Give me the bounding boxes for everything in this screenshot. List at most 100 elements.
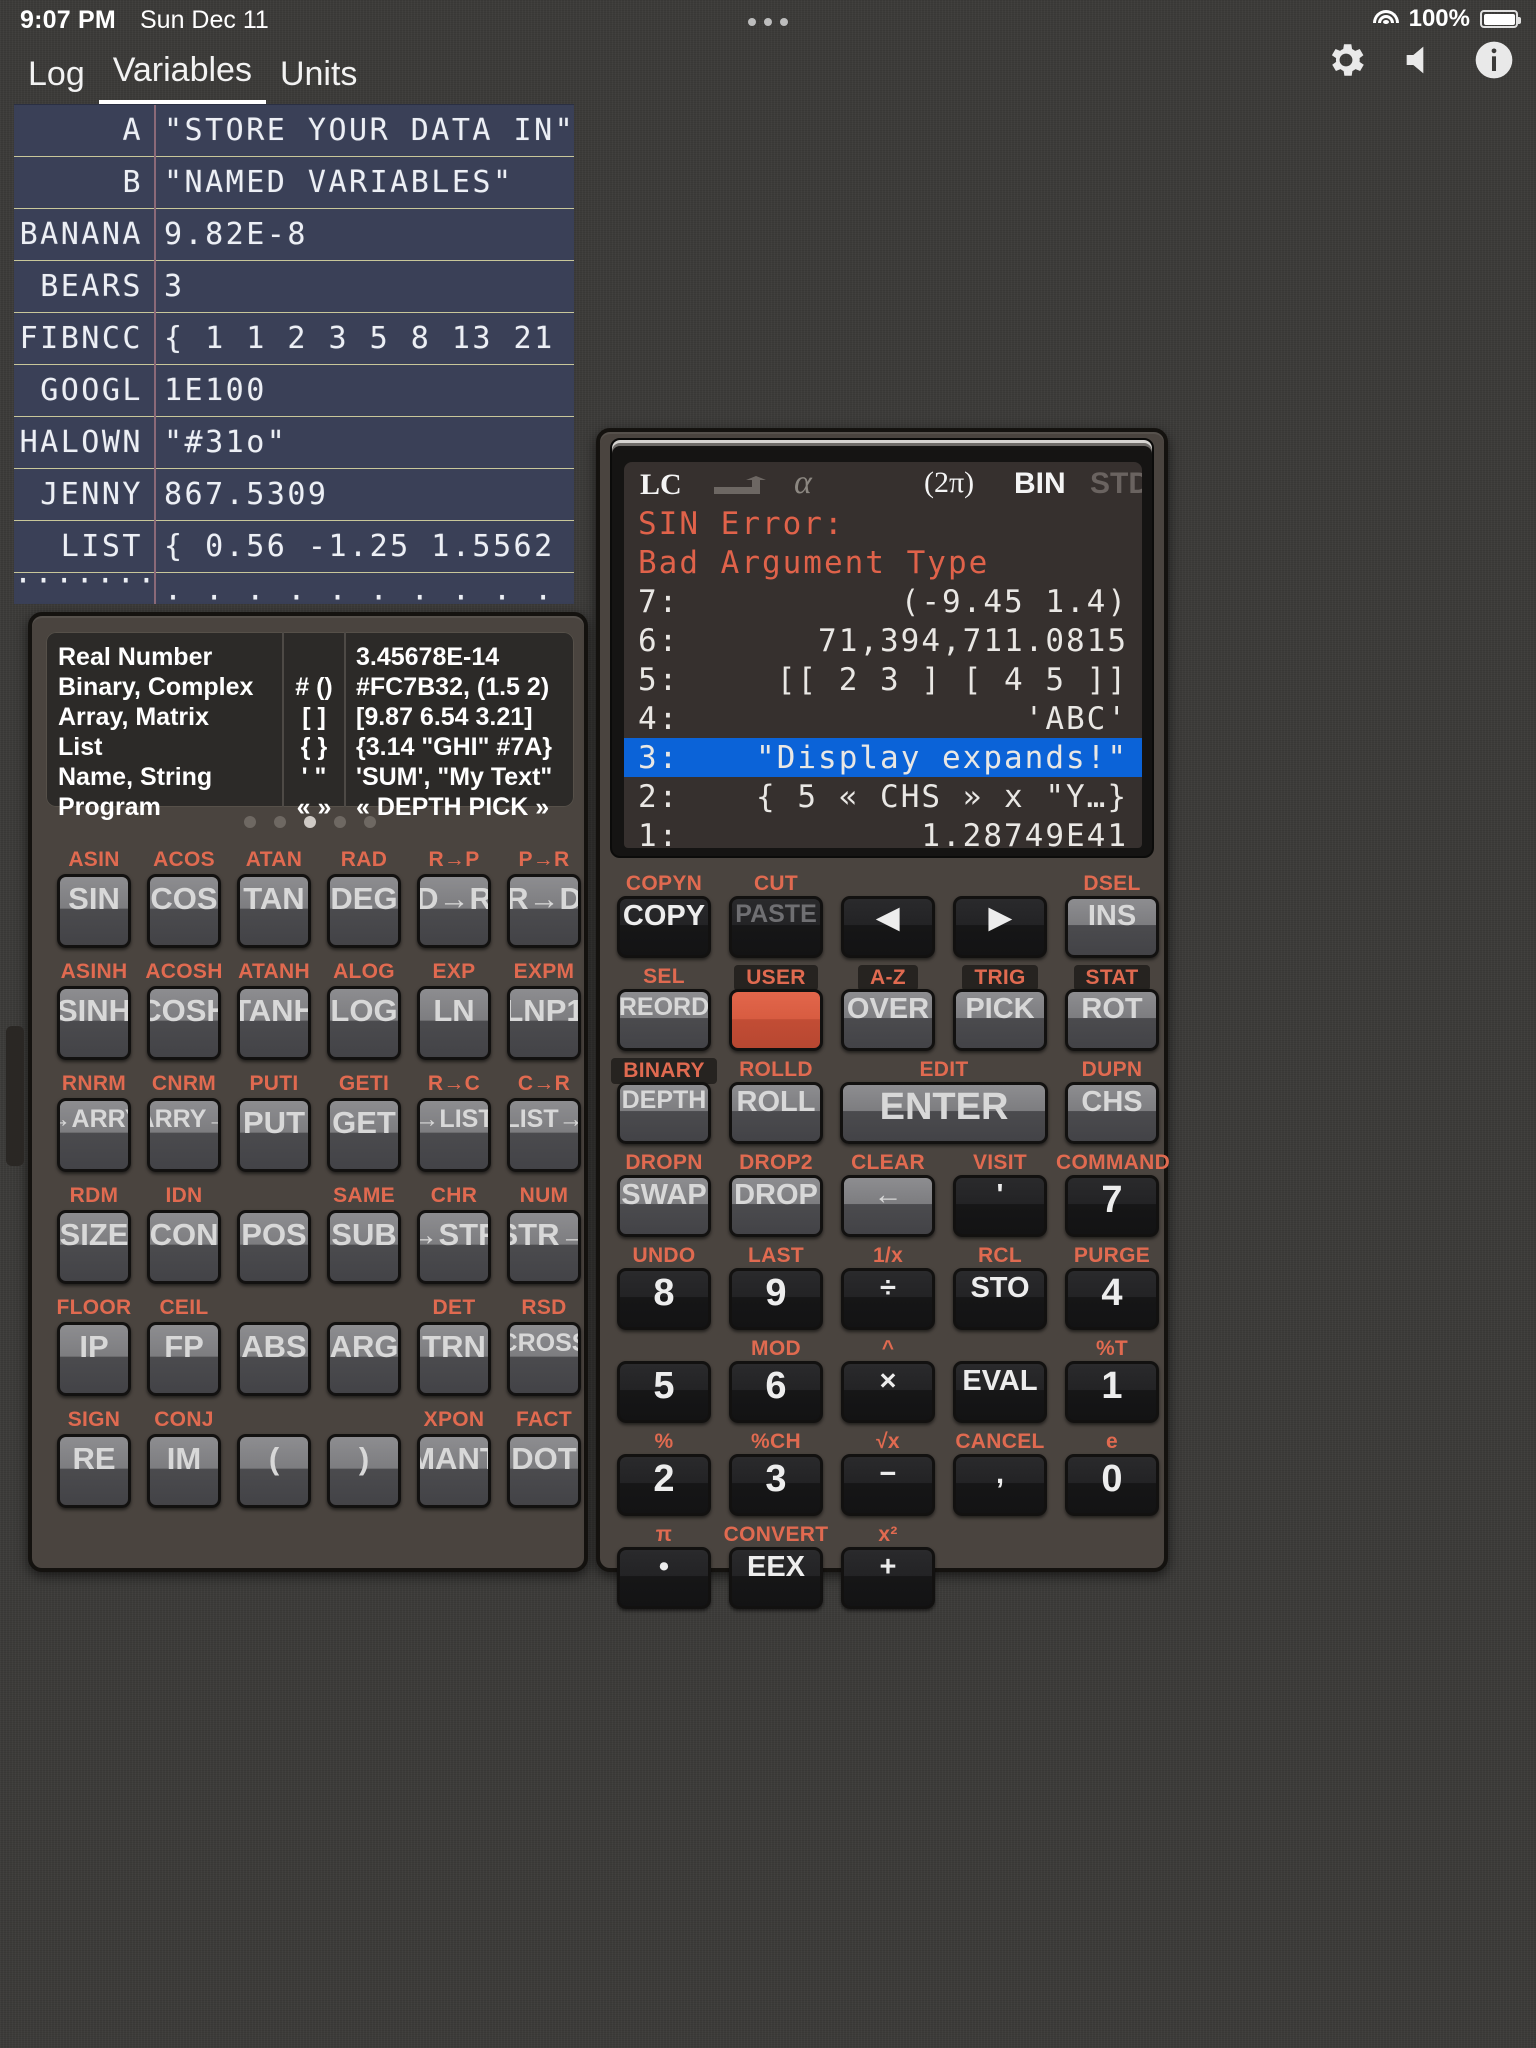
key-copy[interactable]: COPY (617, 896, 711, 958)
key--[interactable]: ◀ (841, 896, 935, 958)
key--[interactable]: ÷ (841, 1268, 935, 1330)
key-paste[interactable]: PASTE (729, 896, 823, 958)
stack-row[interactable]: 5: [[ 2 3 ] [ 4 5 ]] (624, 660, 1142, 699)
key--arry[interactable]: →ARRY (57, 1098, 131, 1172)
variable-row[interactable]: BANANA 9.82E-8 (14, 208, 574, 261)
key-mant[interactable]: MANT (417, 1434, 491, 1508)
variable-row[interactable]: A "STORE YOUR DATA IN" (14, 105, 574, 157)
key-log[interactable]: LOG (327, 986, 401, 1060)
key-r-d[interactable]: R→D (507, 874, 581, 948)
calculator-display[interactable]: LC α (2π) BIN STD SIN Error: Bad Argument… (624, 462, 1142, 848)
page-dot[interactable] (274, 816, 286, 828)
stack-row[interactable]: 2: { 5 « CHS » x "Y…} (624, 777, 1142, 816)
key-rot[interactable]: ROT (1065, 989, 1159, 1051)
key-abs[interactable]: ABS (237, 1322, 311, 1396)
key-d-r[interactable]: D→R (417, 874, 491, 948)
key-sub[interactable]: SUB (327, 1210, 401, 1284)
key-2[interactable]: 2 (617, 1454, 711, 1516)
page-dot[interactable] (334, 816, 346, 828)
key-pos[interactable]: POS (237, 1210, 311, 1284)
key-eval[interactable]: EVAL (953, 1361, 1047, 1423)
key-deg[interactable]: DEG (327, 874, 401, 948)
key--[interactable]: , (953, 1454, 1047, 1516)
multitask-handle[interactable] (748, 18, 788, 26)
stack-row[interactable]: 3: "Display expands!" (624, 738, 1142, 777)
key-arry-[interactable]: ARRY→ (147, 1098, 221, 1172)
key-sinh[interactable]: SINH (57, 986, 131, 1060)
key-cos[interactable]: COS (147, 874, 221, 948)
key-fp[interactable]: FP (147, 1322, 221, 1396)
key-cross[interactable]: CROSS (507, 1322, 581, 1396)
key--[interactable]: ) (327, 1434, 401, 1508)
key-sin[interactable]: SIN (57, 874, 131, 948)
key-ins[interactable]: INS (1065, 896, 1159, 958)
variable-row[interactable]: ······· · · · · · · · · · · · · · · · · · (14, 564, 574, 604)
key--[interactable]: − (841, 1454, 935, 1516)
variable-row[interactable]: GOOGL 1E100 (14, 364, 574, 417)
key-1[interactable]: 1 (1065, 1361, 1159, 1423)
key-list-[interactable]: LIST→ (507, 1098, 581, 1172)
gear-icon[interactable] (1324, 38, 1368, 82)
stack-row[interactable]: 6: 71,394,711.0815 (624, 621, 1142, 660)
stack-row[interactable]: 1: 1.28749E41 (624, 816, 1142, 849)
key-pick[interactable]: PICK (953, 989, 1047, 1051)
key-con[interactable]: CON (147, 1210, 221, 1284)
key-re[interactable]: RE (57, 1434, 131, 1508)
key-get[interactable]: GET (327, 1098, 401, 1172)
stack-row[interactable]: 7: (-9.45 1.4) (624, 582, 1142, 621)
key--[interactable]: • (617, 1547, 711, 1609)
page-dot[interactable] (244, 816, 256, 828)
page-indicator-dots[interactable] (46, 816, 574, 828)
variable-row[interactable]: BEARS 3 (14, 260, 574, 313)
key--[interactable]: ← (841, 1175, 935, 1237)
key-drop[interactable]: DROP (729, 1175, 823, 1237)
key-depth[interactable]: DEPTH (617, 1082, 711, 1144)
key-cosh[interactable]: COSH (147, 986, 221, 1060)
key-0[interactable]: 0 (1065, 1454, 1159, 1516)
key--[interactable]: ' (953, 1175, 1047, 1237)
key-str-[interactable]: STR→ (507, 1210, 581, 1284)
key-6[interactable]: 6 (729, 1361, 823, 1423)
tab-units[interactable]: Units (266, 55, 371, 104)
key-roll[interactable]: ROLL (729, 1082, 823, 1144)
speaker-icon[interactable] (1398, 40, 1442, 80)
key-3[interactable]: 3 (729, 1454, 823, 1516)
page-dot[interactable] (364, 816, 376, 828)
key--[interactable]: × (841, 1361, 935, 1423)
key-ip[interactable]: IP (57, 1322, 131, 1396)
key--list[interactable]: →LIST (417, 1098, 491, 1172)
key-im[interactable]: IM (147, 1434, 221, 1508)
key--str[interactable]: →STR (417, 1210, 491, 1284)
key-9[interactable]: 9 (729, 1268, 823, 1330)
key-7[interactable]: 7 (1065, 1175, 1159, 1237)
key-arg[interactable]: ARG (327, 1322, 401, 1396)
key-chs[interactable]: CHS (1065, 1082, 1159, 1144)
variable-row[interactable]: FIBNCC { 1 1 2 3 5 8 13 21 …} (14, 312, 574, 365)
key-size[interactable]: SIZE (57, 1210, 131, 1284)
key-swap[interactable]: SWAP (617, 1175, 711, 1237)
variable-row[interactable]: B "NAMED VARIABLES" (14, 156, 574, 209)
info-icon[interactable] (1472, 38, 1516, 82)
key-eex[interactable]: EEX (729, 1547, 823, 1609)
key-trn[interactable]: TRN (417, 1322, 491, 1396)
key-8[interactable]: 8 (617, 1268, 711, 1330)
page-dot[interactable] (304, 816, 316, 828)
key-over[interactable]: OVER (841, 989, 935, 1051)
key-tan[interactable]: TAN (237, 874, 311, 948)
key-enter[interactable]: ENTER (840, 1082, 1048, 1144)
key-user[interactable] (729, 989, 823, 1051)
variable-row[interactable]: JENNY 867.5309 (14, 468, 574, 521)
variable-row[interactable]: HALOWN "#31o" (14, 416, 574, 469)
key--[interactable]: + (841, 1547, 935, 1609)
key-lnp1[interactable]: LNP1 (507, 986, 581, 1060)
tab-variables[interactable]: Variables (98, 51, 266, 104)
key--[interactable]: ( (237, 1434, 311, 1508)
key-dot[interactable]: DOT (507, 1434, 581, 1508)
key-put[interactable]: PUT (237, 1098, 311, 1172)
key-reord[interactable]: REORD (617, 989, 711, 1051)
variables-list[interactable]: A "STORE YOUR DATA IN" B "NAMED VARIABLES" B… (14, 104, 574, 604)
key-4[interactable]: 4 (1065, 1268, 1159, 1330)
key-tanh[interactable]: TANH (237, 986, 311, 1060)
stack-row[interactable]: 4: 'ABC' (624, 699, 1142, 738)
key-5[interactable]: 5 (617, 1361, 711, 1423)
